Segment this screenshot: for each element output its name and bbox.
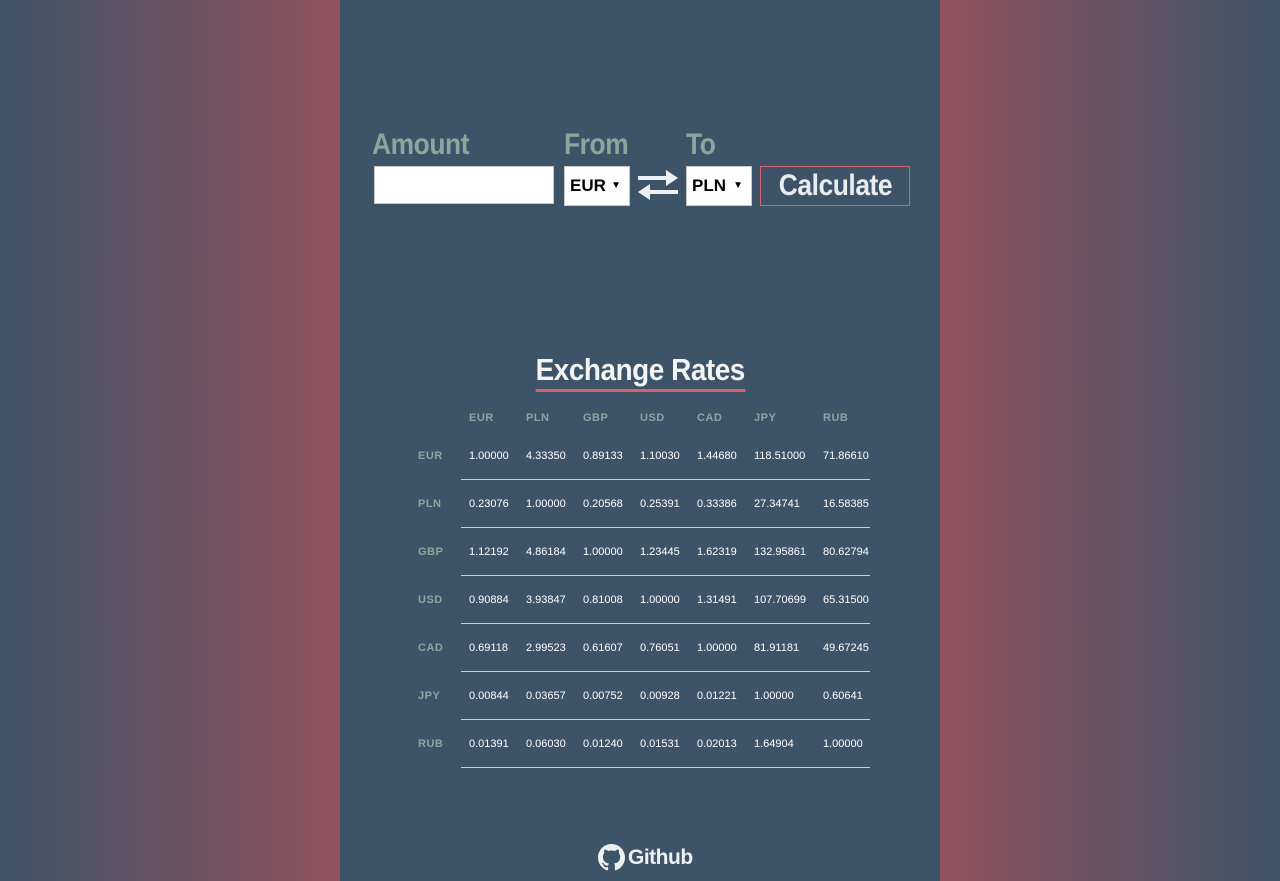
rate-cell: 49.67245	[815, 623, 870, 672]
rate-cell: 132.95861	[746, 527, 815, 576]
column-header: RUB	[823, 412, 849, 424]
rate-cell: 0.69118	[461, 623, 518, 672]
row-header: GBP	[418, 545, 444, 558]
rate-cell: 16.58385	[815, 479, 870, 528]
rate-cell: 80.62794	[815, 527, 870, 576]
rate-cell: 1.31491	[689, 575, 746, 624]
rate-cell: 1.44680	[689, 432, 746, 480]
from-currency-select[interactable]: EUR ▼	[564, 166, 630, 206]
from-currency-value: EUR	[570, 176, 606, 195]
rate-cell: 0.20568	[575, 479, 632, 528]
table-row: EUR 1.00000 4.33350 0.89133 1.10030 1.44680 11…	[410, 432, 870, 480]
column-header: USD	[640, 412, 665, 424]
swap-arrows-icon[interactable]	[636, 168, 680, 202]
rate-cell: 1.62319	[689, 527, 746, 576]
to-label: To	[686, 128, 716, 161]
rate-cell: 0.33386	[689, 479, 746, 528]
rate-cell: 1.12192	[461, 527, 518, 576]
rate-cell: 1.23445	[632, 527, 689, 576]
rate-cell: 0.25391	[632, 479, 689, 528]
rate-cell: 0.01240	[575, 719, 632, 768]
rate-cell: 0.61607	[575, 623, 632, 672]
column-header: JPY	[754, 412, 777, 424]
rate-cell: 27.34741	[746, 479, 815, 528]
amount-label: Amount	[372, 128, 470, 161]
rate-cell: 1.64904	[746, 719, 815, 768]
calculate-button[interactable]: Calculate	[760, 166, 910, 206]
table-row: JPY 0.00844 0.03657 0.00752 0.00928 0.01221 1.…	[410, 671, 870, 720]
rate-cell: 0.60641	[815, 671, 870, 720]
rate-cell: 0.00928	[632, 671, 689, 720]
rate-cell: 1.10030	[632, 432, 689, 480]
exchange-rates-title: Exchange Rates	[535, 352, 745, 392]
table-row: PLN 0.23076 1.00000 0.20568 0.25391 0.33386 27…	[410, 479, 870, 528]
rate-cell: 1.00000	[575, 527, 632, 576]
rate-cell: 118.51000	[746, 432, 815, 480]
rate-cell: 1.00000	[518, 479, 575, 528]
rate-cell: 0.03657	[518, 671, 575, 720]
table-row: RUB 0.01391 0.06030 0.01240 0.01531 0.02013 1.…	[410, 719, 870, 768]
table-row: GBP 1.12192 4.86184 1.00000 1.23445 1.62319 13…	[410, 527, 870, 576]
rate-cell: 0.00752	[575, 671, 632, 720]
rate-cell: 0.76051	[632, 623, 689, 672]
rate-cell: 0.81008	[575, 575, 632, 624]
column-header: GBP	[583, 412, 609, 424]
rate-cell: 2.99523	[518, 623, 575, 672]
row-header: CAD	[418, 641, 444, 654]
rate-cell: 65.31500	[815, 575, 870, 624]
row-header: RUB	[418, 737, 444, 750]
rate-cell: 0.02013	[689, 719, 746, 768]
column-header: CAD	[697, 412, 723, 424]
table-row: USD 0.90884 3.93847 0.81008 1.00000 1.31491 10…	[410, 575, 870, 624]
chevron-down-icon: ▼	[733, 180, 743, 191]
rate-cell: 1.00000	[461, 432, 518, 480]
github-icon	[598, 844, 625, 871]
github-label: Github	[628, 845, 693, 869]
rate-cell: 1.00000	[689, 623, 746, 672]
rate-cell: 0.23076	[461, 479, 518, 528]
rate-cell: 4.86184	[518, 527, 575, 576]
chevron-down-icon: ▼	[611, 180, 621, 191]
column-header: EUR	[469, 412, 494, 424]
rate-cell: 0.01221	[689, 671, 746, 720]
table-header-row: EUR PLN GBP USD CAD JPY RUB	[410, 404, 870, 432]
row-header: USD	[418, 593, 443, 606]
rate-cell: 4.33350	[518, 432, 575, 480]
to-currency-select[interactable]: PLN ▼	[686, 166, 752, 206]
row-header: EUR	[418, 449, 443, 462]
rate-cell: 0.89133	[575, 432, 632, 480]
rate-cell: 1.00000	[815, 719, 870, 768]
rate-cell: 0.90884	[461, 575, 518, 624]
to-currency-value: PLN	[692, 176, 726, 195]
rate-cell: 3.93847	[518, 575, 575, 624]
corner-cell	[410, 404, 461, 432]
rate-cell: 0.06030	[518, 719, 575, 768]
rate-cell: 81.91181	[746, 623, 815, 672]
row-header: PLN	[418, 497, 442, 510]
amount-input[interactable]	[374, 166, 554, 204]
github-link[interactable]: Github	[598, 844, 693, 871]
rate-cell: 1.00000	[632, 575, 689, 624]
table-row: CAD 0.69118 2.99523 0.61607 0.76051 1.00000 81…	[410, 623, 870, 672]
rate-cell: 107.70699	[746, 575, 815, 624]
exchange-rates-heading: Exchange Rates	[340, 352, 940, 392]
rate-cell: 71.86610	[815, 432, 870, 480]
rate-cell: 0.00844	[461, 671, 518, 720]
main-panel: Amount From To EUR ▼ PLN ▼ Calculate Exc…	[340, 0, 940, 881]
exchange-rates-table: EUR PLN GBP USD CAD JPY RUB EUR 1.00000 4.…	[410, 404, 870, 768]
from-label: From	[564, 128, 629, 161]
rate-cell: 1.00000	[746, 671, 815, 720]
calculate-button-label: Calculate	[778, 169, 892, 202]
rate-cell: 0.01531	[632, 719, 689, 768]
row-header: JPY	[418, 689, 441, 702]
rate-cell: 0.01391	[461, 719, 518, 768]
column-header: PLN	[526, 412, 550, 424]
